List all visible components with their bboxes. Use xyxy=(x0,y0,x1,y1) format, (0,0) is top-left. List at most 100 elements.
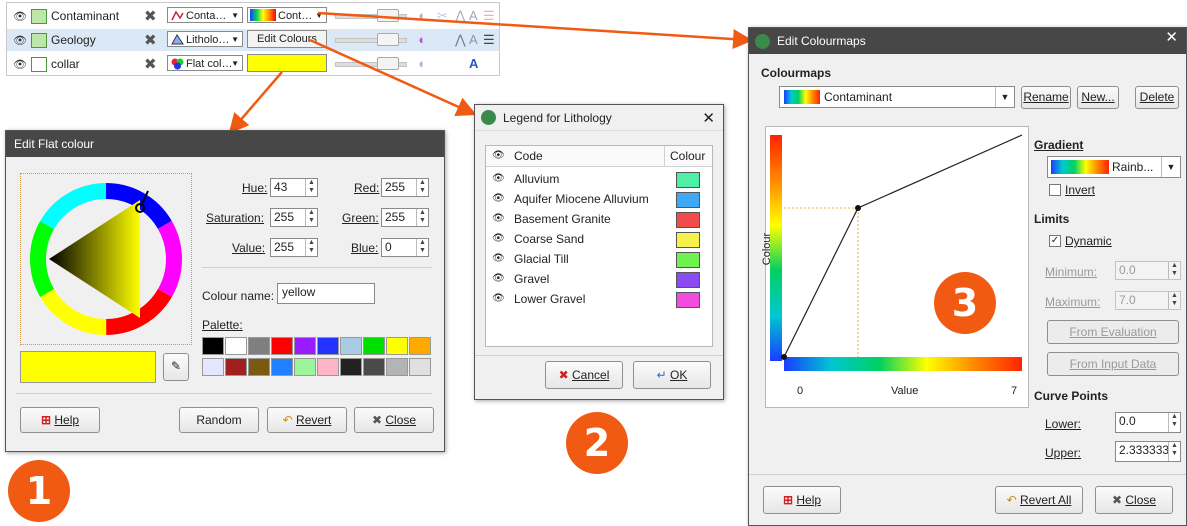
lower-spinbox[interactable]: 0.0 ▲ ▼ xyxy=(1115,412,1181,433)
revert-button[interactable]: ↶ Revert xyxy=(267,407,347,433)
close-icon[interactable]: ✕ xyxy=(1165,28,1178,46)
legend-colour-swatch[interactable] xyxy=(676,192,700,208)
palette-swatch[interactable] xyxy=(294,337,316,355)
palette-swatch[interactable] xyxy=(386,337,408,355)
spin-arrows-icon[interactable]: ▲ ▼ xyxy=(1168,442,1180,461)
invert-checkbox[interactable] xyxy=(1049,184,1061,196)
legend-row[interactable]: 👁 Alluvium xyxy=(486,170,712,190)
minimum-spinbox[interactable]: 0.0 ▲ ▼ xyxy=(1115,261,1181,280)
chevron-down-icon[interactable]: ▼ xyxy=(995,87,1014,107)
palette-swatch[interactable] xyxy=(271,337,293,355)
palette-swatch[interactable] xyxy=(363,358,385,376)
palette-swatch[interactable] xyxy=(202,337,224,355)
eye-icon[interactable]: 👁 xyxy=(492,193,505,204)
ok-icon: ↵ xyxy=(656,368,667,382)
palette-swatch[interactable] xyxy=(317,337,339,355)
colourmap-curve-panel[interactable] xyxy=(765,126,1029,408)
palette-swatch[interactable] xyxy=(386,358,408,376)
divider xyxy=(16,393,432,394)
palette-swatch[interactable] xyxy=(248,358,270,376)
eye-icon[interactable]: 👁 xyxy=(492,253,505,264)
from-evaluation-button[interactable]: From Evaluation xyxy=(1047,320,1179,344)
legend-row[interactable]: 👁 Coarse Sand xyxy=(486,230,712,250)
spin-arrows-icon[interactable]: ▲ ▼ xyxy=(416,179,428,196)
palette-swatch[interactable] xyxy=(340,337,362,355)
red-spinbox[interactable]: 255 ▲ ▼ xyxy=(381,178,429,197)
dynamic-checkbox[interactable]: ✓ xyxy=(1049,235,1061,247)
legend-colour-swatch[interactable] xyxy=(676,292,700,308)
revert-all-button[interactable]: ↶ Revert All xyxy=(995,486,1083,514)
legend-colour-swatch[interactable] xyxy=(676,212,700,228)
legend-row[interactable]: 👁 Basement Granite xyxy=(486,210,712,230)
upper-curve-point[interactable] xyxy=(855,205,861,211)
eyedropper-button[interactable]: ✎ xyxy=(163,353,189,381)
legend-row[interactable]: 👁 Aquifer Miocene Alluvium xyxy=(486,190,712,210)
blue-spinbox[interactable]: 0 ▲ ▼ xyxy=(381,238,429,257)
colourmap-select[interactable]: Contaminant ▼ xyxy=(779,86,1015,108)
close-button[interactable]: ✖ Close xyxy=(354,407,434,433)
hue-spinbox[interactable]: 43 ▲ ▼ xyxy=(270,178,318,197)
curve-points-label: Curve Points xyxy=(1034,389,1109,403)
gradient-select[interactable]: Rainb... ▼ xyxy=(1047,156,1181,178)
legend-row[interactable]: 👁 Gravel xyxy=(486,270,712,290)
spin-arrows-icon[interactable]: ▲ ▼ xyxy=(416,239,428,256)
cancel-button[interactable]: ✖ Cancel xyxy=(545,361,623,389)
close-button[interactable]: ✖ Close xyxy=(1095,486,1173,514)
palette-swatch[interactable] xyxy=(225,337,247,355)
spin-arrows-icon[interactable]: ▲ ▼ xyxy=(305,209,317,226)
palette-swatch[interactable] xyxy=(202,358,224,376)
spin-arrows-icon[interactable]: ▲ ▼ xyxy=(305,179,317,196)
chevron-down-icon[interactable]: ▼ xyxy=(1161,157,1180,177)
colourmap-swatch xyxy=(784,90,820,104)
legend-colour-swatch[interactable] xyxy=(676,172,700,188)
eye-icon[interactable]: 👁 xyxy=(492,173,505,184)
cancel-icon: ✖ xyxy=(558,368,569,382)
divider xyxy=(202,267,432,268)
palette-swatch[interactable] xyxy=(340,358,362,376)
eye-icon[interactable]: 👁 xyxy=(492,293,505,304)
eye-icon[interactable]: 👁 xyxy=(492,233,505,244)
saturation-spinbox[interactable]: 255 ▲ ▼ xyxy=(270,208,318,227)
palette-swatch[interactable] xyxy=(248,337,270,355)
random-button[interactable]: Random xyxy=(179,407,259,433)
value-spinbox[interactable]: 255 ▲ ▼ xyxy=(270,238,318,257)
green-spinbox[interactable]: 255 ▲ ▼ xyxy=(381,208,429,227)
new-button[interactable]: New... xyxy=(1077,86,1119,109)
ok-button[interactable]: ↵ OK xyxy=(633,361,711,389)
legend-colour-swatch[interactable] xyxy=(676,252,700,268)
palette-swatch[interactable] xyxy=(409,358,431,376)
legend-row[interactable]: 👁 Lower Gravel xyxy=(486,290,712,310)
close-icon[interactable]: ✕ xyxy=(702,109,715,127)
palette-swatch[interactable] xyxy=(363,337,385,355)
delete-button-label: Delete xyxy=(1139,90,1175,104)
column-header-code: Code xyxy=(514,149,543,163)
spin-arrows-icon[interactable]: ▲ ▼ xyxy=(305,239,317,256)
maximum-spinbox[interactable]: 7.0 ▲ ▼ xyxy=(1115,291,1181,310)
upper-spinbox[interactable]: 2.333333 ▲ ▼ xyxy=(1115,441,1181,462)
legend-colour-swatch[interactable] xyxy=(676,272,700,288)
rename-button[interactable]: Rename xyxy=(1021,86,1071,109)
palette-swatch[interactable] xyxy=(225,358,247,376)
spin-arrows-icon[interactable]: ▲ ▼ xyxy=(1168,262,1180,279)
colour-wheel[interactable] xyxy=(21,174,191,344)
colour-name-input[interactable]: yellow xyxy=(277,283,375,304)
spin-arrows-icon[interactable]: ▲ ▼ xyxy=(416,209,428,226)
palette-swatch[interactable] xyxy=(409,337,431,355)
palette-swatch[interactable] xyxy=(294,358,316,376)
eye-icon[interactable]: 👁 xyxy=(492,213,505,224)
delete-button[interactable]: Delete xyxy=(1135,86,1179,109)
eye-icon[interactable]: 👁 xyxy=(492,273,505,284)
from-input-data-button[interactable]: From Input Data xyxy=(1047,352,1179,376)
legend-colour-swatch[interactable] xyxy=(676,232,700,248)
saturation-value-triangle[interactable] xyxy=(49,200,140,318)
legend-row[interactable]: 👁 Glacial Till xyxy=(486,250,712,270)
palette-swatch[interactable] xyxy=(271,358,293,376)
help-button[interactable]: ⊞ Help xyxy=(20,407,100,433)
lower-curve-point[interactable] xyxy=(781,354,787,360)
colourmaps-section-label: Colourmaps xyxy=(761,66,832,80)
colourmap-curve[interactable] xyxy=(766,127,1028,407)
palette-swatch[interactable] xyxy=(317,358,339,376)
spin-arrows-icon[interactable]: ▲ ▼ xyxy=(1168,292,1180,309)
help-button[interactable]: ⊞ Help xyxy=(763,486,841,514)
spin-arrows-icon[interactable]: ▲ ▼ xyxy=(1168,413,1180,432)
